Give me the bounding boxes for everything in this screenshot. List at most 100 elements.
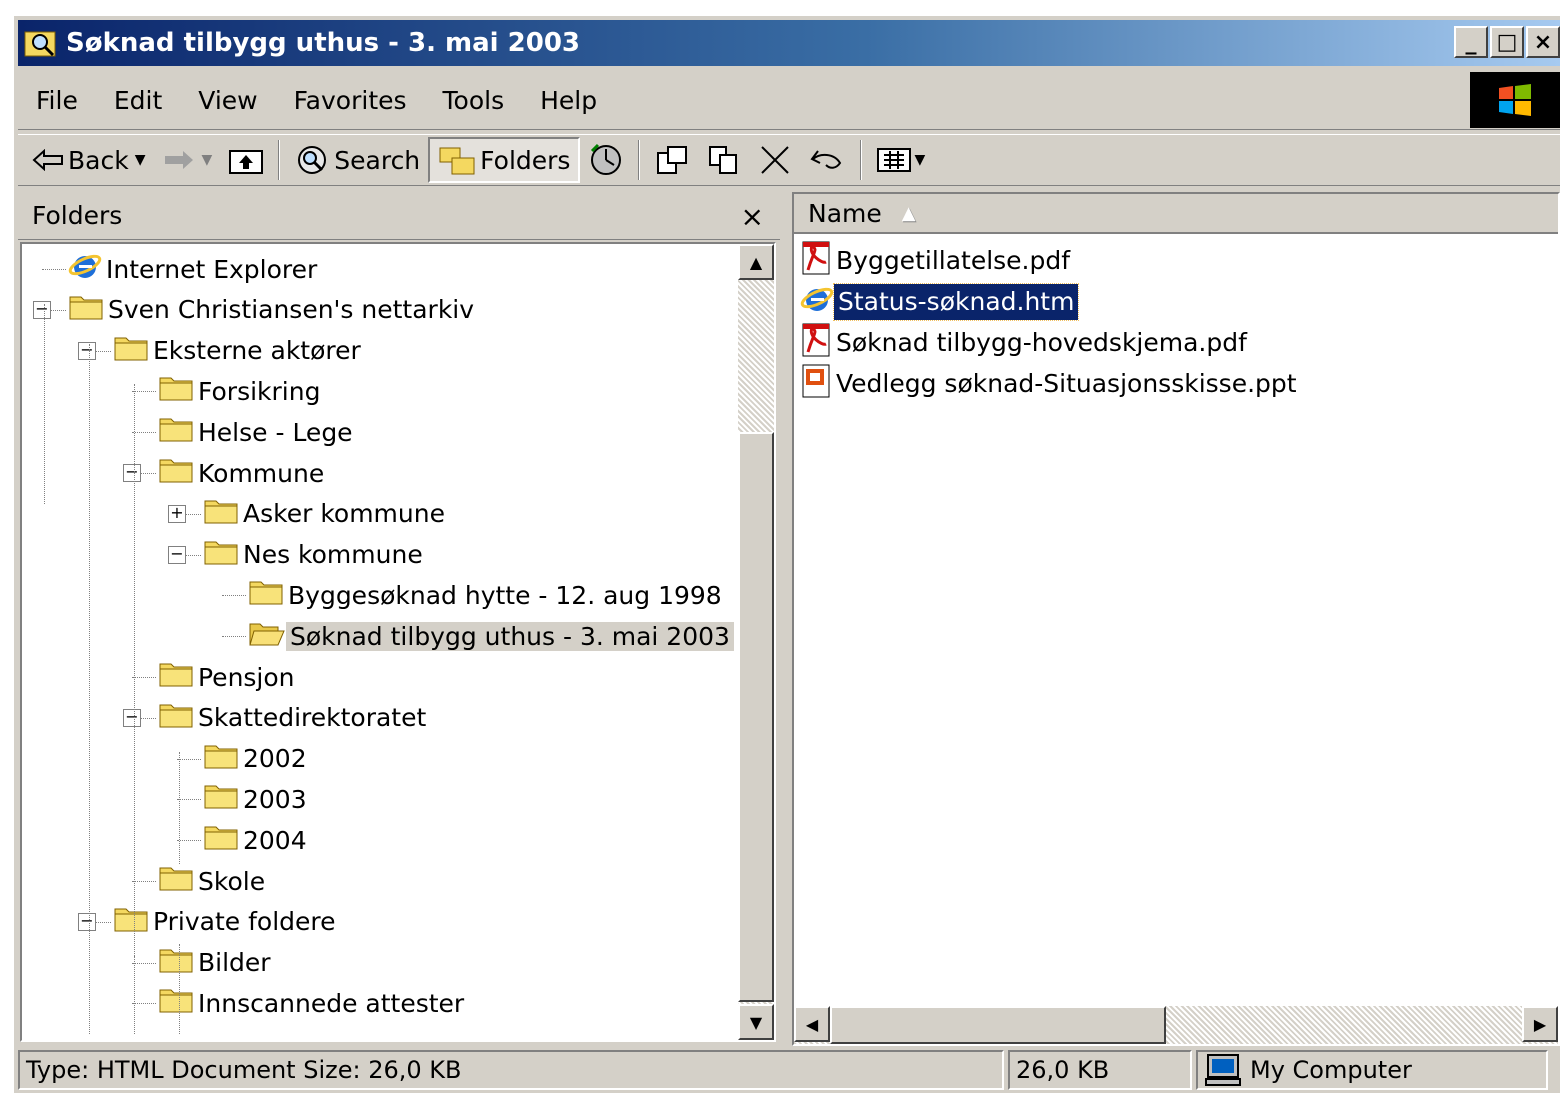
folders-button[interactable]: Folders	[428, 137, 581, 183]
file-list-item[interactable]: Byggetillatelse.pdf	[800, 240, 1074, 282]
file-list-item[interactable]: Søknad tilbygg-hovedskjema.pdf	[800, 322, 1251, 364]
status-size: 26,0 KB	[1008, 1050, 1192, 1090]
ppt-icon	[800, 363, 832, 405]
folders-pane: Folders × ▲ ▼ Internet Explorer − Sven Chr…	[18, 192, 780, 1046]
folder-tree-item-label: Asker kommune	[243, 499, 445, 529]
folder-tree-item-label: Pensjon	[198, 662, 295, 692]
folder-tree-item[interactable]: Asker kommune	[203, 495, 449, 533]
move-to-button[interactable]	[646, 137, 698, 183]
views-dropdown-icon[interactable]: ▼	[914, 152, 925, 168]
up-folder-icon	[229, 150, 264, 174]
menu-file[interactable]: File	[18, 86, 96, 115]
folders-pane-close-button[interactable]: ×	[741, 200, 764, 233]
menu-edit[interactable]: Edit	[96, 86, 180, 115]
up-folder-button[interactable]	[220, 137, 272, 183]
tree-connector	[42, 269, 66, 270]
tree-expand-icon[interactable]: +	[168, 504, 186, 523]
my-computer-icon	[1205, 1054, 1241, 1086]
scroll-up-button[interactable]: ▲	[738, 244, 774, 280]
tree-guide-line	[134, 956, 135, 1034]
folder-tree-item[interactable]: Helse - Lege	[158, 413, 357, 451]
forward-button[interactable]: ▼	[153, 137, 220, 183]
menu-tools[interactable]: Tools	[425, 86, 523, 115]
toolbar-separator	[638, 140, 641, 180]
close-button[interactable]: ×	[1526, 26, 1560, 58]
maximize-button[interactable]: □	[1490, 26, 1524, 58]
folder-tree-item-label: Byggesøknad hytte - 12. aug 1998	[288, 580, 722, 610]
folder-tree-item[interactable]: Eksterne aktører	[113, 332, 365, 370]
folder-icon	[158, 700, 194, 736]
file-list-horizontal-scrollbar[interactable]: ◀ ▶	[794, 1006, 1558, 1044]
folder-tree-item[interactable]: Kommune	[158, 454, 328, 492]
ie-icon	[68, 250, 102, 288]
scroll-left-button[interactable]: ◀	[794, 1006, 830, 1042]
tree-collapse-icon[interactable]: −	[123, 464, 141, 482]
folder-tree-item-label: Eksterne aktører	[153, 336, 361, 366]
tree-collapse-icon[interactable]: −	[33, 300, 51, 319]
folder-tree-item[interactable]: Skole	[158, 862, 269, 900]
menu-favorites[interactable]: Favorites	[276, 86, 425, 115]
folder-tree-item[interactable]: Forsikring	[158, 372, 324, 410]
explorer-window: Søknad tilbygg uthus - 3. mai 2003 _ □ ×…	[12, 14, 1560, 1093]
tree-connector	[222, 595, 246, 597]
tree-collapse-icon[interactable]: −	[78, 341, 96, 360]
folder-tree-item[interactable]: 2004	[203, 821, 311, 859]
undo-button[interactable]	[800, 137, 854, 183]
search-button[interactable]: Search	[286, 137, 428, 183]
tree-connector	[177, 758, 201, 760]
title-bar[interactable]: Søknad tilbygg uthus - 3. mai 2003 _ □ ×	[18, 20, 1560, 66]
history-icon	[591, 143, 622, 175]
minimize-button[interactable]: _	[1454, 26, 1488, 58]
views-button[interactable]: ▼	[868, 137, 933, 183]
folder-tree-item-label: Skattedirektoratet	[198, 703, 427, 733]
sort-ascending-icon: ▲	[901, 202, 916, 224]
file-name: Status-søknad.htm	[832, 283, 1080, 321]
menu-help[interactable]: Help	[522, 86, 615, 115]
folder-tree-item[interactable]: Pensjon	[158, 658, 299, 696]
copy-to-button[interactable]	[698, 137, 750, 183]
tree-connector	[132, 432, 156, 434]
folder-tree-item[interactable]: 2002	[203, 740, 311, 778]
history-button[interactable]	[580, 137, 632, 183]
tree-collapse-icon[interactable]: −	[78, 912, 96, 931]
back-dropdown-icon[interactable]: ▼	[135, 152, 146, 168]
move-to-icon	[657, 146, 688, 174]
folder-tree-item[interactable]: Søknad tilbygg uthus - 3. mai 2003	[248, 617, 734, 655]
folder-tree-item[interactable]: Internet Explorer	[68, 250, 321, 288]
file-name: Vedlegg søknad-Situasjonsskisse.ppt	[836, 369, 1297, 398]
forward-dropdown-icon[interactable]: ▼	[201, 152, 212, 168]
pdf-icon	[800, 322, 832, 364]
folder-icon	[158, 455, 194, 491]
tree-collapse-icon[interactable]: −	[168, 545, 186, 564]
folder-tree-item-label: Helse - Lege	[198, 417, 353, 447]
folder-tree-item[interactable]: Sven Christiansen's nettarkiv	[68, 291, 478, 329]
name-column-header[interactable]: Name ▲	[794, 194, 1558, 234]
windows-logo-icon	[1470, 72, 1560, 128]
scroll-thumb[interactable]	[738, 432, 774, 1002]
folder-tree-item[interactable]: 2003	[203, 780, 311, 818]
folder-icon	[203, 741, 239, 777]
delete-button[interactable]	[750, 137, 800, 183]
horizontal-scroll-thumb[interactable]	[830, 1006, 1166, 1044]
folder-tree-item[interactable]: Byggesøknad hytte - 12. aug 1998	[248, 576, 726, 614]
folder-tree-item[interactable]: Bilder	[158, 944, 275, 982]
scroll-right-button[interactable]: ▶	[1522, 1006, 1558, 1042]
file-list-item[interactable]: Vedlegg søknad-Situasjonsskisse.ppt	[800, 363, 1301, 405]
scroll-down-button[interactable]: ▼	[738, 1004, 774, 1040]
folder-tree-item[interactable]: Skattedirektoratet	[158, 699, 430, 737]
folder-tree-item[interactable]: Private foldere	[113, 903, 340, 941]
folder-tree-item-label: 2003	[243, 784, 307, 814]
file-name: Søknad tilbygg-hovedskjema.pdf	[836, 328, 1247, 357]
file-list-item[interactable]: Status-søknad.htm	[800, 283, 1080, 321]
folder-tree-item-label: 2004	[243, 825, 307, 855]
folder-tree-vertical-scrollbar[interactable]: ▲ ▼	[738, 244, 774, 1040]
folder-tree-item[interactable]: Innscannede attester	[158, 984, 468, 1022]
back-button[interactable]: Back ▼	[24, 137, 153, 183]
menu-view[interactable]: View	[180, 86, 275, 115]
folder-icon	[113, 333, 149, 369]
folder-tree-item[interactable]: Nes kommune	[203, 536, 427, 574]
tree-connector	[132, 1003, 156, 1005]
pdf-icon	[800, 240, 832, 282]
tree-connector	[132, 391, 156, 393]
tree-collapse-icon[interactable]: −	[123, 708, 141, 727]
